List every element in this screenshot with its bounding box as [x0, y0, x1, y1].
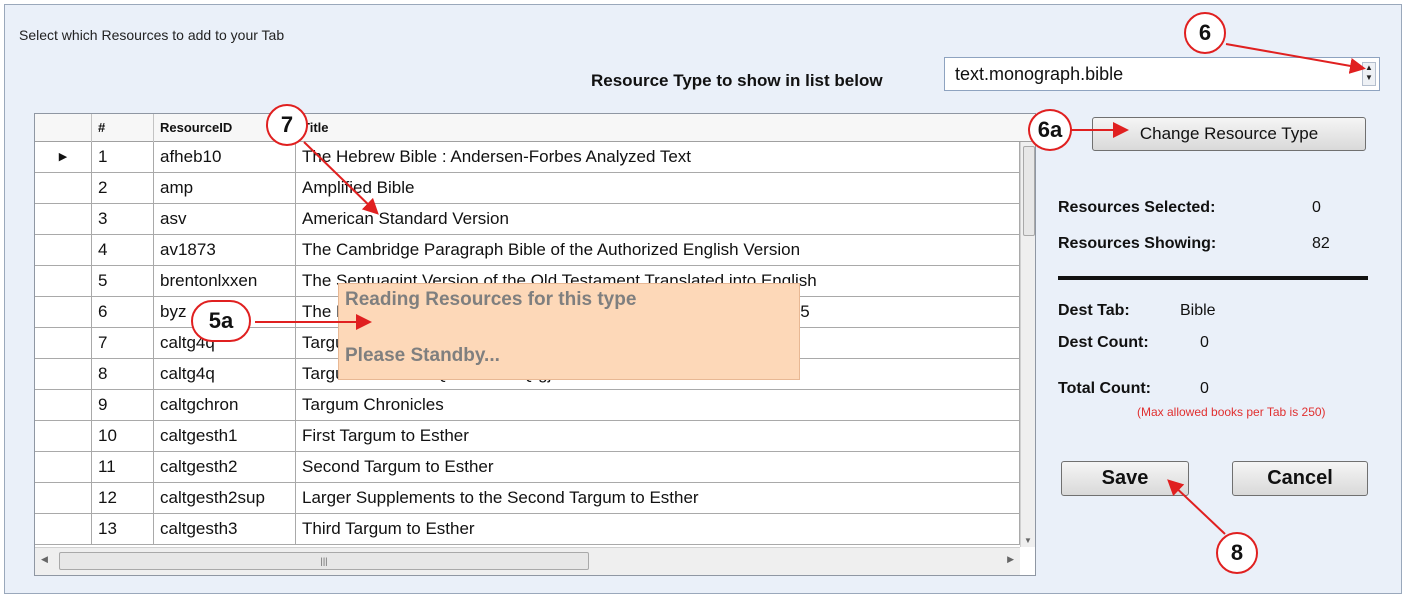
- table-row[interactable]: 12 caltgesth2sup Larger Supplements to t…: [35, 483, 1020, 514]
- grid-header: # ResourceID Title: [35, 114, 1035, 142]
- cancel-button[interactable]: Cancel: [1232, 461, 1368, 496]
- dest-tab-label: Dest Tab:: [1058, 302, 1130, 319]
- dest-tab-value: Bible: [1180, 302, 1216, 319]
- cell-number: 10: [92, 421, 154, 451]
- cell-number: 5: [92, 266, 154, 296]
- cell-number: 6: [92, 297, 154, 327]
- cell-title: Targum Chronicles: [296, 390, 1020, 420]
- scroll-left-icon[interactable]: ◀: [41, 554, 48, 565]
- max-books-note: (Max allowed books per Tab is 250): [1137, 405, 1326, 419]
- table-row[interactable]: 11 caltgesth2 Second Targum to Esther: [35, 452, 1020, 483]
- row-selector-cell: [35, 483, 92, 513]
- row-selector-cell: [35, 421, 92, 451]
- cell-resourceid: brentonlxxen: [154, 266, 296, 296]
- scroll-right-icon[interactable]: ▶: [1007, 554, 1014, 565]
- resource-type-label: Resource Type to show in list below: [591, 71, 883, 90]
- table-row[interactable]: ▶ 1 afheb10 The Hebrew Bible : Andersen-…: [35, 142, 1020, 173]
- save-button[interactable]: Save: [1061, 461, 1189, 496]
- cell-resourceid: amp: [154, 173, 296, 203]
- cell-number: 9: [92, 390, 154, 420]
- change-resource-type-button[interactable]: Change Resource Type: [1092, 117, 1366, 151]
- callout-8: 8: [1216, 532, 1258, 574]
- cell-resourceid: asv: [154, 204, 296, 234]
- table-row[interactable]: 4 av1873 The Cambridge Paragraph Bible o…: [35, 235, 1020, 266]
- dest-count-value: 0: [1200, 334, 1209, 351]
- horizontal-scrollbar[interactable]: ◀ ||| ▶: [35, 547, 1020, 575]
- row-selector-cell: [35, 452, 92, 482]
- resource-type-select[interactable]: text.monograph.bible ▲ ▼: [944, 57, 1380, 91]
- header-selector-cell: [35, 114, 92, 142]
- row-selector-cell: [35, 514, 92, 544]
- cell-title: The Cambridge Paragraph Bible of the Aut…: [296, 235, 1020, 265]
- cell-resourceid: caltgesth3: [154, 514, 296, 544]
- resources-selected-label: Resources Selected:: [1058, 199, 1216, 216]
- cell-resourceid: caltgchron: [154, 390, 296, 420]
- cell-resourceid: caltgesth2: [154, 452, 296, 482]
- row-selector-cell: [35, 235, 92, 265]
- horizontal-scroll-thumb[interactable]: |||: [59, 552, 589, 570]
- cell-number: 12: [92, 483, 154, 513]
- cell-resourceid: av1873: [154, 235, 296, 265]
- row-current-marker-icon: ▶: [35, 142, 92, 172]
- cell-number: 1: [92, 142, 154, 172]
- cell-title: First Targum to Esther: [296, 421, 1020, 451]
- cell-title: Larger Supplements to the Second Targum …: [296, 483, 1020, 513]
- cell-resourceid: caltgesth1: [154, 421, 296, 451]
- cell-title: American Standard Version: [296, 204, 1020, 234]
- stats-divider: [1058, 276, 1368, 280]
- cell-number: 3: [92, 204, 154, 234]
- row-selector-cell: [35, 204, 92, 234]
- table-row[interactable]: 2 amp Amplified Bible: [35, 173, 1020, 204]
- dialog-title: Select which Resources to add to your Ta…: [19, 27, 285, 43]
- row-selector-cell: [35, 173, 92, 203]
- cell-resourceid: caltg4q: [154, 359, 296, 389]
- cell-number: 4: [92, 235, 154, 265]
- row-selector-cell: [35, 328, 92, 358]
- resources-showing-label: Resources Showing:: [1058, 235, 1217, 252]
- cell-title: Third Targum to Esther: [296, 514, 1020, 544]
- dest-count-label: Dest Count:: [1058, 334, 1149, 351]
- table-row[interactable]: 10 caltgesth1 First Targum to Esther: [35, 421, 1020, 452]
- cell-title: Second Targum to Esther: [296, 452, 1020, 482]
- row-selector-cell: [35, 297, 92, 327]
- scroll-down-icon[interactable]: ▼: [1024, 536, 1032, 545]
- row-selector-cell: [35, 266, 92, 296]
- loading-message: Reading Resources for this type: [345, 289, 637, 310]
- row-selector-cell: [35, 390, 92, 420]
- resources-showing-value: 82: [1312, 235, 1330, 252]
- callout-6a: 6a: [1028, 109, 1072, 151]
- resource-type-value: text.monograph.bible: [955, 64, 1124, 84]
- spinner-arrows-icon[interactable]: ▲ ▼: [1362, 62, 1376, 86]
- cell-resourceid: afheb10: [154, 142, 296, 172]
- callout-7: 7: [266, 104, 308, 146]
- cell-number: 13: [92, 514, 154, 544]
- cell-number: 8: [92, 359, 154, 389]
- standby-message: Please Standby...: [345, 345, 500, 366]
- total-count-label: Total Count:: [1058, 380, 1152, 397]
- callout-5a: 5a: [191, 300, 251, 342]
- loading-overlay: Reading Resources for this type Please S…: [338, 283, 800, 380]
- column-header-number[interactable]: #: [92, 114, 154, 142]
- cell-resourceid: caltgesth2sup: [154, 483, 296, 513]
- cell-title: Amplified Bible: [296, 173, 1020, 203]
- vertical-scrollbar[interactable]: ▼: [1020, 142, 1035, 547]
- total-count-value: 0: [1200, 380, 1209, 397]
- cell-title: The Hebrew Bible : Andersen-Forbes Analy…: [296, 142, 1020, 172]
- cell-number: 7: [92, 328, 154, 358]
- table-row[interactable]: 9 caltgchron Targum Chronicles: [35, 390, 1020, 421]
- vertical-scroll-thumb[interactable]: [1023, 146, 1035, 236]
- resources-selected-value: 0: [1312, 199, 1321, 216]
- table-row[interactable]: 3 asv American Standard Version: [35, 204, 1020, 235]
- cell-number: 2: [92, 173, 154, 203]
- row-selector-cell: [35, 359, 92, 389]
- column-header-title[interactable]: Title: [296, 114, 1020, 142]
- table-row[interactable]: 13 caltgesth3 Third Targum to Esther: [35, 514, 1020, 545]
- callout-6: 6: [1184, 12, 1226, 54]
- cell-number: 11: [92, 452, 154, 482]
